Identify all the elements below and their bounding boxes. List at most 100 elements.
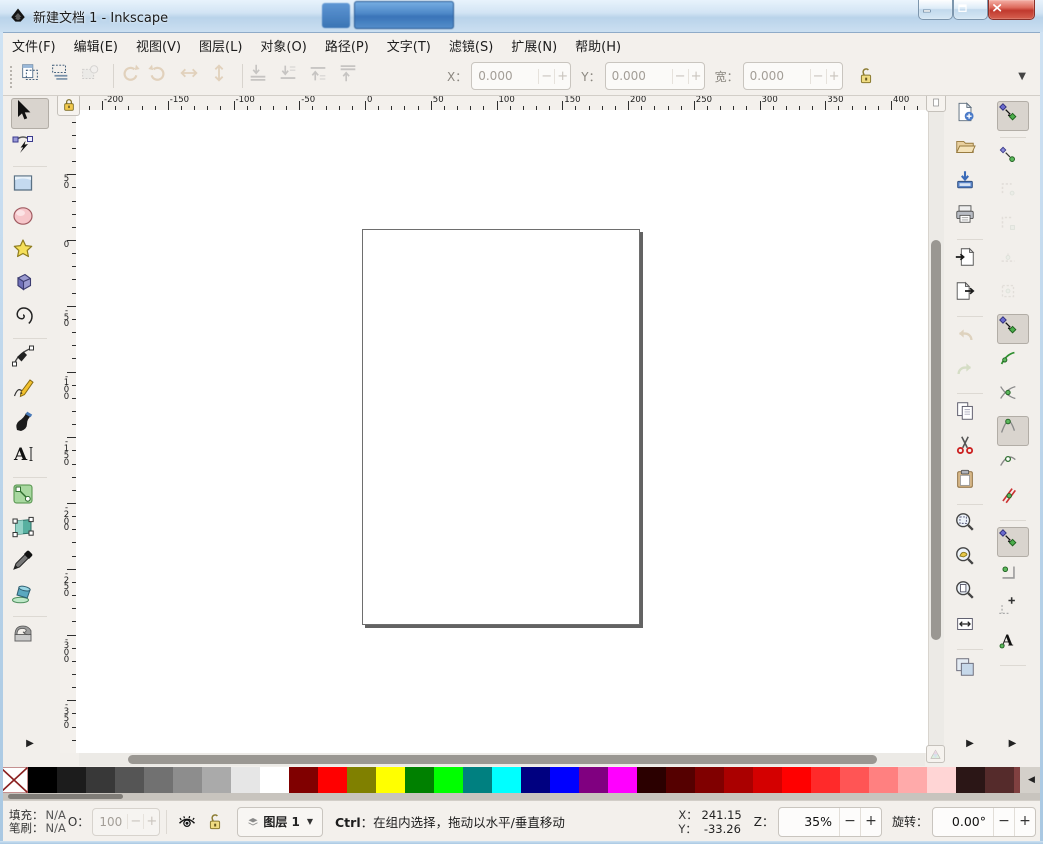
- rectangle-tool[interactable]: [11, 171, 49, 202]
- redo-button[interactable]: [954, 357, 986, 387]
- toolbar-drag-handle[interactable]: [8, 64, 13, 88]
- palette-swatch[interactable]: [724, 767, 753, 793]
- palette-swatch[interactable]: [811, 767, 840, 793]
- lower-button[interactable]: [277, 62, 307, 90]
- snap-cusp-nodes-button[interactable]: [997, 416, 1029, 446]
- vertical-scrollbar[interactable]: [928, 110, 944, 753]
- palette-swatch[interactable]: [956, 767, 985, 793]
- menu-item-2[interactable]: 视图(V): [127, 32, 190, 57]
- zoom-to-selection-button[interactable]: [954, 511, 986, 541]
- y-increase-button[interactable]: +: [688, 69, 704, 84]
- menu-item-8[interactable]: 扩展(N): [502, 32, 566, 57]
- print-document-button[interactable]: [954, 203, 986, 233]
- opacity-increase-button[interactable]: +: [143, 814, 159, 829]
- layer-lock-toggle[interactable]: [201, 809, 229, 835]
- snap-to-paths-button[interactable]: [997, 348, 1029, 378]
- menu-item-9[interactable]: 帮助(H): [566, 32, 630, 57]
- export-button[interactable]: [954, 280, 986, 310]
- palette-swatch[interactable]: [173, 767, 202, 793]
- undo-button[interactable]: [954, 323, 986, 353]
- paint-bucket-tool[interactable]: [11, 581, 49, 612]
- palette-swatch[interactable]: [57, 767, 86, 793]
- snap-nodes-button[interactable]: [997, 314, 1029, 344]
- cmdcol-overflow-button[interactable]: ▶: [962, 734, 978, 753]
- palette-swatch[interactable]: [347, 767, 376, 793]
- palette-swatch-none[interactable]: [0, 767, 28, 793]
- fill-value[interactable]: N/A: [46, 808, 66, 822]
- lower-to-bottom-button[interactable]: [247, 62, 277, 90]
- zoom-value[interactable]: 35%: [779, 814, 839, 829]
- color-managed-view-button[interactable]: [926, 745, 945, 763]
- layer-visibility-toggle[interactable]: [173, 809, 201, 835]
- y-field[interactable]: 0.000−+: [605, 62, 705, 90]
- palette-swatch[interactable]: [260, 767, 289, 793]
- snap-object-centers-button[interactable]: [997, 561, 1029, 591]
- palette-scrollbar[interactable]: [0, 793, 1043, 800]
- snap-bbox-corners-button[interactable]: [997, 212, 1029, 242]
- ellipse-tool[interactable]: [11, 204, 49, 235]
- stroke-value[interactable]: N/A: [46, 821, 66, 835]
- rotate-cw-button[interactable]: [148, 62, 178, 90]
- raise-button[interactable]: [307, 62, 337, 90]
- horizontal-scrollbar-thumb[interactable]: [128, 755, 877, 764]
- palette-swatch[interactable]: [637, 767, 666, 793]
- palette-swatch[interactable]: [405, 767, 434, 793]
- rotation-value[interactable]: 0.00°: [933, 814, 993, 829]
- y-decrease-button[interactable]: −: [672, 69, 688, 84]
- select-all-button[interactable]: [19, 62, 49, 90]
- snap-smooth-nodes-button[interactable]: [997, 450, 1029, 480]
- palette-swatch[interactable]: [318, 767, 347, 793]
- width-increase-button[interactable]: +: [826, 69, 842, 84]
- palette-swatch[interactable]: [550, 767, 579, 793]
- save-document-button[interactable]: [954, 169, 986, 199]
- palette-swatch[interactable]: [463, 767, 492, 793]
- width-decrease-button[interactable]: −: [810, 69, 826, 84]
- palette-swatch[interactable]: [521, 767, 550, 793]
- cut-button[interactable]: [954, 434, 986, 464]
- flip-horizontal-button[interactable]: [178, 62, 208, 90]
- palette-swatch[interactable]: [434, 767, 463, 793]
- eraser-tool[interactable]: [11, 621, 49, 652]
- calligraphy-tool[interactable]: [11, 409, 49, 440]
- flip-vertical-button[interactable]: [208, 62, 238, 90]
- select-all-layers-button[interactable]: [49, 62, 79, 90]
- minimize-button[interactable]: [918, 0, 953, 20]
- import-button[interactable]: [954, 246, 986, 276]
- text-tool[interactable]: A: [11, 442, 49, 473]
- new-document-button[interactable]: [954, 101, 986, 131]
- palette-swatch[interactable]: [144, 767, 173, 793]
- star-tool[interactable]: [11, 237, 49, 268]
- snap-bounding-box-button[interactable]: [997, 144, 1029, 174]
- gradient-tool[interactable]: [11, 515, 49, 546]
- snap-bbox-edge-midpoints-button[interactable]: [997, 246, 1029, 276]
- snap-enable-button[interactable]: [997, 101, 1029, 131]
- snap-bbox-centers-button[interactable]: [997, 280, 1029, 310]
- snap-others-button[interactable]: [997, 527, 1029, 557]
- menu-item-1[interactable]: 编辑(E): [65, 32, 127, 57]
- maximize-button[interactable]: [953, 0, 988, 20]
- vertical-ruler[interactable]: 5 00- 5 0- 1 0 0- 1 5 0- 2 0 0- 2 5 0- 3…: [60, 110, 77, 753]
- snap-rotation-centers-button[interactable]: [997, 595, 1029, 625]
- palette-scrollbar-thumb[interactable]: [8, 794, 123, 799]
- x-field[interactable]: 0.000−+: [471, 62, 571, 90]
- menu-item-6[interactable]: 文字(T): [378, 32, 440, 57]
- menu-item-5[interactable]: 路径(P): [316, 32, 378, 57]
- copy-button[interactable]: [954, 400, 986, 430]
- box-3d-tool[interactable]: [11, 270, 49, 301]
- lock-ratio-toggle[interactable]: [853, 63, 879, 89]
- snap-path-intersections-button[interactable]: [997, 382, 1029, 412]
- open-document-button[interactable]: [954, 135, 986, 165]
- palette-swatch[interactable]: [608, 767, 637, 793]
- bezier-pen-tool[interactable]: [11, 343, 49, 374]
- horizontal-scrollbar[interactable]: [79, 753, 925, 766]
- palette-swatch[interactable]: [985, 767, 1014, 793]
- zoom-decrease-button[interactable]: −: [839, 808, 860, 836]
- width-field[interactable]: 0.000−+: [743, 62, 843, 90]
- zoom-to-drawing-button[interactable]: [954, 545, 986, 575]
- menu-item-7[interactable]: 滤镜(S): [440, 32, 502, 57]
- zoom-to-page-button[interactable]: [954, 579, 986, 609]
- palette-swatch[interactable]: [840, 767, 869, 793]
- dropper-tool[interactable]: [11, 548, 49, 579]
- vertical-scrollbar-thumb[interactable]: [931, 240, 941, 640]
- menu-item-0[interactable]: 文件(F): [3, 32, 65, 57]
